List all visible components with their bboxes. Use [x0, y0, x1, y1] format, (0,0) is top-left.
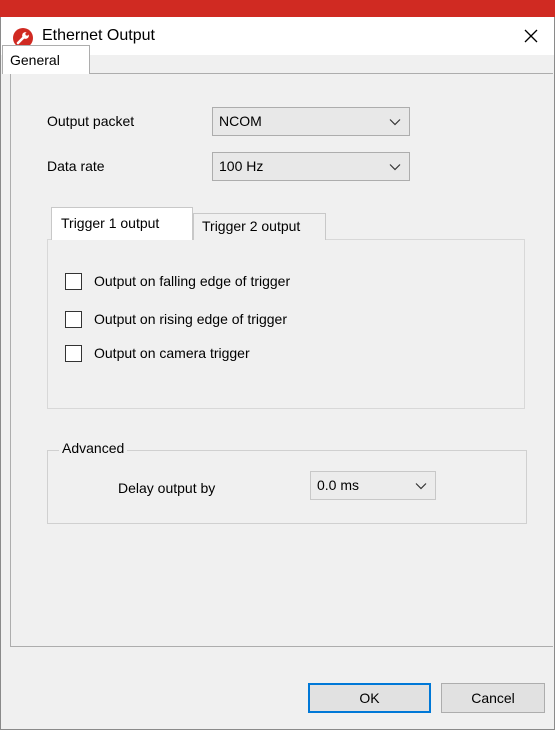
data-rate-label: Data rate	[47, 158, 105, 174]
close-icon	[524, 29, 538, 43]
output-packet-select[interactable]: NCOM	[212, 107, 410, 136]
close-button[interactable]	[508, 17, 554, 55]
advanced-group-legend: Advanced	[59, 440, 128, 456]
tab-trigger-2-label: Trigger 2 output	[202, 218, 301, 234]
ok-button-label: OK	[359, 690, 380, 706]
delay-output-value: 0.0 ms	[317, 477, 360, 493]
cancel-button[interactable]: Cancel	[441, 683, 545, 713]
tab-trigger-2-output[interactable]: Trigger 2 output	[193, 213, 326, 240]
tab-general-label: General	[10, 52, 60, 68]
window-accent-strip	[0, 0, 555, 17]
delay-output-select[interactable]: 0.0 ms	[310, 471, 436, 500]
data-rate-value: 100 Hz	[219, 158, 264, 174]
chevron-down-icon	[415, 483, 427, 490]
tab-trigger-1-output[interactable]: Trigger 1 output	[51, 207, 193, 240]
tab-trigger-1-label: Trigger 1 output	[61, 215, 160, 231]
window-title: Ethernet Output	[42, 27, 155, 44]
delay-output-label: Delay output by	[118, 480, 216, 496]
rising-edge-checkbox[interactable]	[65, 311, 82, 328]
camera-trigger-label: Output on camera trigger	[94, 345, 250, 361]
chevron-down-icon	[389, 119, 401, 126]
output-packet-value: NCOM	[219, 113, 262, 129]
camera-trigger-checkbox[interactable]	[65, 345, 82, 362]
falling-edge-label: Output on falling edge of trigger	[94, 273, 291, 289]
tab-general[interactable]: General	[2, 45, 90, 74]
cancel-button-label: Cancel	[471, 690, 515, 706]
rising-edge-label: Output on rising edge of trigger	[94, 311, 288, 327]
falling-edge-checkbox[interactable]	[65, 273, 82, 290]
chevron-down-icon	[389, 164, 401, 171]
output-packet-label: Output packet	[47, 113, 135, 129]
data-rate-select[interactable]: 100 Hz	[212, 152, 410, 181]
ok-button[interactable]: OK	[308, 683, 431, 713]
